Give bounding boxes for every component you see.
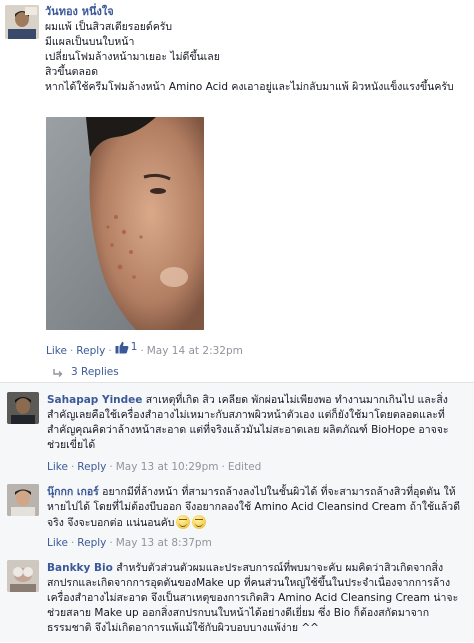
comment-body: Bankky Bio สำหรับตัวส่วนตัวผมและประสบการ… (47, 561, 467, 636)
author-avatar[interactable] (5, 5, 39, 39)
comment-timestamp[interactable]: May 13 at 10:29pm (116, 461, 219, 473)
separator: · (140, 345, 144, 358)
post-photo[interactable] (46, 117, 204, 330)
comments-section: Sahapap Yindee สาเหตุที่เกิด สิว เคลียด … (0, 382, 474, 642)
reply-link[interactable]: Reply (77, 537, 106, 549)
like-link[interactable]: Like (46, 345, 67, 357)
post-line: เปลี่ยนโฟมล้างหน้ามาเยอะ ไม่ดีขึ้นเลย (45, 51, 220, 63)
comment: Bankky Bio สำหรับตัวส่วนตัวผมและประสบการ… (0, 555, 474, 643)
separator: · (108, 345, 112, 358)
post-line: สิวขึ้นตลอด (45, 66, 99, 78)
separator: · (70, 537, 75, 549)
comment-actions: Like · Reply · May 13 at 10:29pm · Edited (47, 460, 261, 475)
post-author-name[interactable]: วันทอง หนึ่งใจ (45, 4, 114, 20)
comment-timestamp[interactable]: May 13 at 8:37pm (116, 537, 212, 549)
comment: Sahapap Yindee สาเหตุที่เกิด สิว เคลียด … (0, 383, 474, 475)
smile-emoji-icon (192, 515, 207, 529)
commenter-name[interactable]: นุ๊กกก เกอร์ (47, 486, 99, 498)
commenter-avatar[interactable] (7, 560, 39, 592)
commenter-avatar[interactable] (7, 392, 39, 424)
separator: · (70, 461, 75, 473)
commenter-name[interactable]: Sahapap Yindee (47, 394, 142, 406)
commenter-name[interactable]: Bankky Bio (47, 562, 113, 574)
comment-actions: Like · Reply · May 13 at 8:37pm (47, 536, 212, 551)
like-link[interactable]: Like (47, 461, 68, 473)
comment-text: อยากมีที่ล้างหน้า ที่สามารถล้างลงไปในชั้… (47, 486, 461, 529)
view-replies-link[interactable]: 3 Replies (53, 365, 119, 380)
comment-body: นุ๊กกก เกอร์ อยากมีที่ล้างหน้า ที่สามารถ… (47, 485, 467, 531)
reply-link[interactable]: Reply (76, 345, 105, 357)
like-link[interactable]: Like (47, 537, 68, 549)
post-line: ผมแพ้ เป็นสิวสเตียรอยด์ครับ (45, 21, 173, 33)
post-body: ผมแพ้ เป็นสิวสเตียรอยด์ครับ มีแผลเป็นบนใ… (45, 20, 465, 95)
like-count[interactable]: 1 (115, 340, 137, 355)
post-actions: Like · Reply · 1 · May 14 at 2:32pm (46, 340, 243, 359)
post: วันทอง หนึ่งใจ ผมแพ้ เป็นสิวสเตียรอยด์คร… (0, 0, 474, 390)
replies-count: 3 Replies (71, 366, 119, 378)
separator: · (69, 345, 74, 358)
post-timestamp[interactable]: May 14 at 2:32pm (147, 345, 243, 357)
separator: · (109, 537, 113, 549)
commenter-avatar[interactable] (7, 484, 39, 516)
separator: · (109, 461, 113, 473)
edited-label[interactable]: Edited (228, 461, 261, 473)
comment-body: Sahapap Yindee สาเหตุที่เกิด สิว เคลียด … (47, 393, 467, 453)
reply-arrow-icon (53, 368, 63, 377)
thumbs-up-icon (115, 342, 129, 354)
separator: · (221, 461, 225, 473)
post-line: หากได้ใช้ครีมโฟมล้างหน้า Amino Acid คงเอ… (45, 81, 454, 93)
reply-link[interactable]: Reply (77, 461, 106, 473)
post-line: มีแผลเป็นบนใบหน้า (45, 36, 135, 48)
smile-emoji-icon (176, 515, 191, 529)
comment: นุ๊กกก เกอร์ อยากมีที่ล้างหน้า ที่สามารถ… (0, 479, 474, 551)
